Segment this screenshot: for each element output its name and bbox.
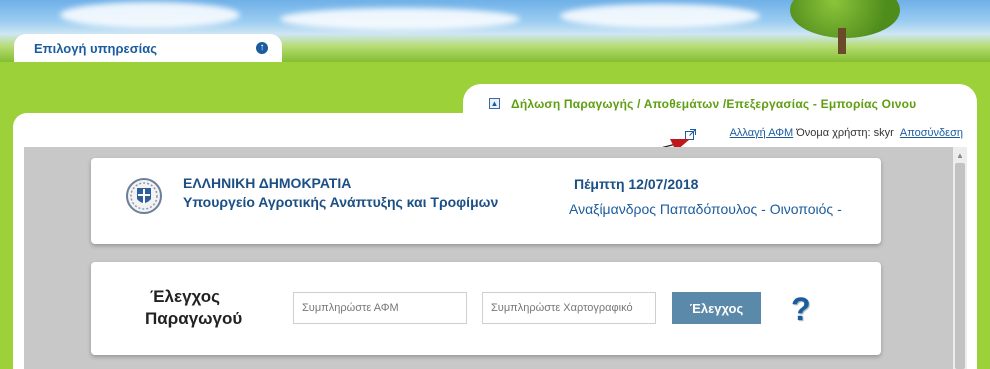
- scroll-thumb[interactable]: [955, 163, 965, 369]
- cloud-decoration: [280, 8, 520, 30]
- cloud-decoration: [560, 4, 760, 28]
- collapse-small-icon[interactable]: ▲: [489, 98, 500, 109]
- tree-trunk: [838, 28, 846, 54]
- scroll-up-icon[interactable]: ▲: [953, 151, 967, 161]
- producer-check-card: Έλεγχος Παραγωγού Έλεγχος ?: [91, 262, 881, 355]
- logout-link[interactable]: Αποσύνδεση: [900, 127, 963, 139]
- producer-check-label-line1: Έλεγχος: [150, 287, 220, 306]
- producer-check-label: Έλεγχος Παραγωγού: [145, 286, 243, 330]
- help-icon[interactable]: ?: [791, 292, 811, 326]
- user-role-text: Αναξίμανδρος Παπαδόπουλος - Οινοποιός -: [569, 201, 842, 217]
- user-bar: Αλλαγή ΑΦΜ Όνομα χρήστη: skyr Αποσύνδεση: [730, 127, 963, 139]
- current-date: Πέμπτη 12/07/2018: [574, 176, 699, 192]
- map-code-input[interactable]: [482, 292, 656, 324]
- change-afm-link[interactable]: Αλλαγή ΑΦΜ: [730, 127, 794, 139]
- app-title: Δήλωση Παραγωγής / Αποθεμάτων /Επεξεργασ…: [511, 97, 917, 111]
- service-selection-tab[interactable]: Επιλογή υπηρεσίας ↑: [14, 34, 282, 62]
- header-card: ΕΛΛΗΝΙΚΗ ΔΗΜΟΚΡΑΤΙΑ Υπουργείο Αγροτικής …: [91, 158, 881, 244]
- afm-input[interactable]: [293, 292, 467, 324]
- vertical-scrollbar[interactable]: ▲: [953, 147, 967, 369]
- ministry-title: Υπουργείο Αγροτικής Ανάπτυξης και Τροφίμ…: [183, 194, 499, 210]
- service-selection-label: Επιλογή υπηρεσίας: [34, 41, 157, 56]
- collapse-icon[interactable]: ↑: [256, 42, 268, 54]
- check-button[interactable]: Έλεγχος: [672, 292, 761, 324]
- cloud-decoration: [60, 2, 240, 28]
- username-label: Όνομα χρήστη: skyr: [796, 127, 894, 139]
- greek-emblem-icon: [126, 178, 162, 214]
- country-title: ΕΛΛΗΝΙΚΗ ΔΗΜΟΚΡΑΤΙΑ: [183, 175, 352, 191]
- producer-check-label-line2: Παραγωγού: [145, 309, 243, 328]
